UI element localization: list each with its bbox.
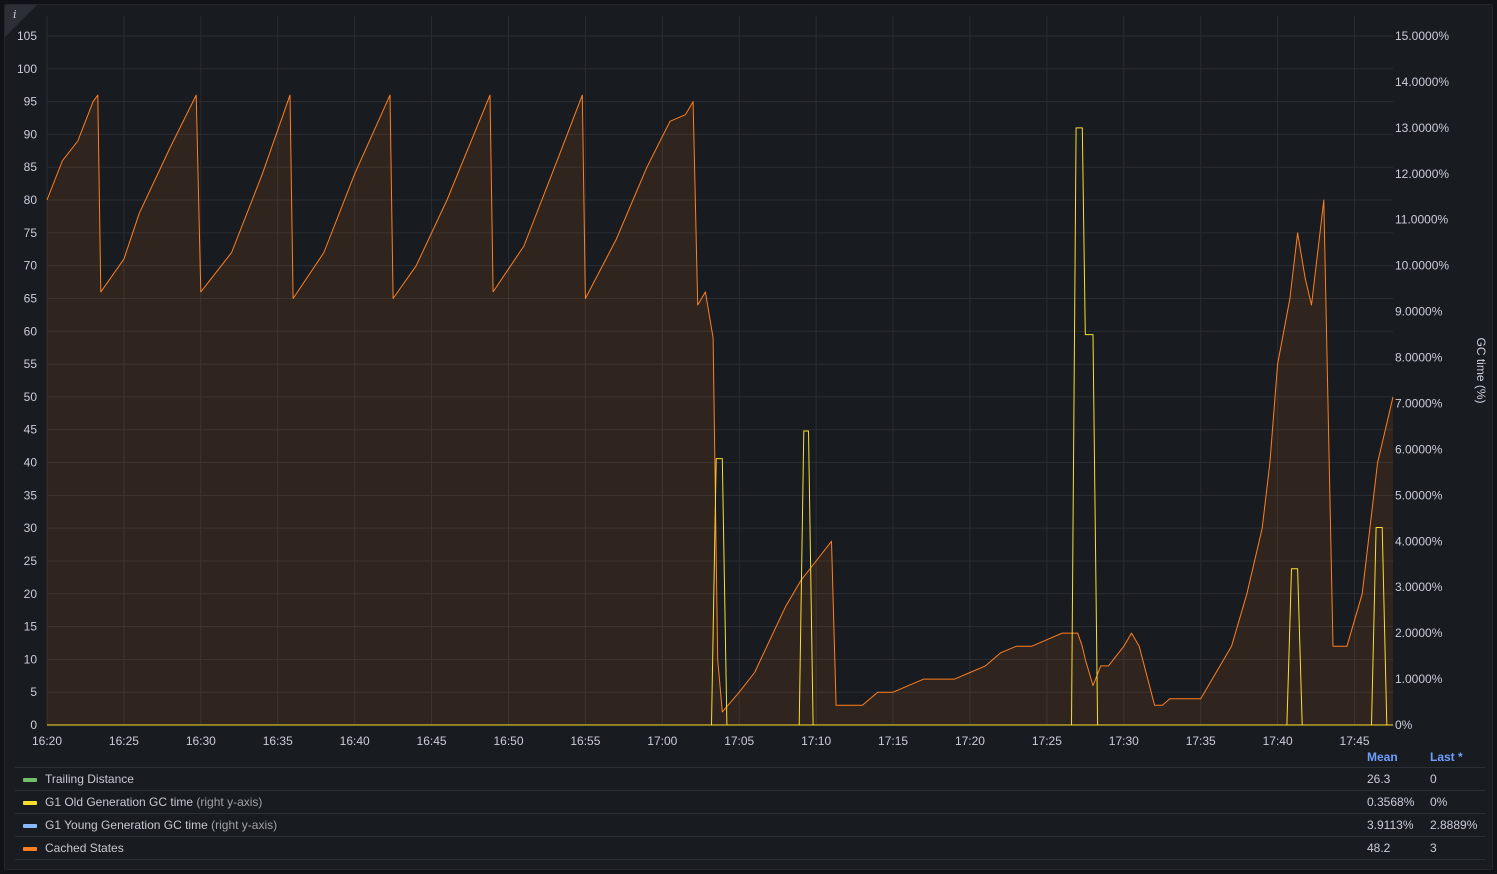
y-tick-label-right: 6.0000%	[1395, 442, 1443, 456]
legend-row[interactable]: G1 Young Generation GC time (right y-axi…	[15, 813, 1485, 836]
y-tick-label-left: 80	[24, 193, 38, 207]
y-tick-label-right: 15.0000%	[1395, 29, 1449, 43]
y-tick-label-right: 5.0000%	[1395, 488, 1443, 502]
y-tick-label-right: 8.0000%	[1395, 351, 1443, 365]
y-tick-label-right: 3.0000%	[1395, 580, 1443, 594]
legend-mean-value: 26.3	[1367, 772, 1391, 786]
y-tick-label-right: 14.0000%	[1395, 75, 1449, 89]
y-tick-label-right: 12.0000%	[1395, 167, 1449, 181]
y-tick-label-left: 55	[24, 357, 38, 371]
legend-series-label: G1 Old Generation GC time	[45, 795, 194, 809]
legend-last-value: 0%	[1430, 795, 1448, 809]
y-tick-label-right: 10.0000%	[1395, 259, 1449, 273]
legend-row[interactable]: Cached States 48.2 3	[15, 836, 1485, 860]
y-tick-label-right: 7.0000%	[1395, 396, 1443, 410]
legend-series-name[interactable]: G1 Old Generation GC time (right y-axis)	[45, 795, 262, 809]
y-tick-label-left: 45	[24, 423, 38, 437]
legend-swatch	[23, 824, 37, 828]
y-tick-label-right: 9.0000%	[1395, 305, 1443, 319]
y-tick-label-left: 100	[17, 62, 37, 76]
legend-last-value: 0	[1430, 772, 1437, 786]
y-tick-label-left: 65	[24, 291, 38, 305]
y-tick-label-left: 5	[30, 685, 37, 699]
y-tick-label-left: 15	[24, 620, 38, 634]
time-series-chart[interactable]: 0 5 10 15 20 25 30 35 40 45 50 55 60 65 70 75 80 85 90 95 10…	[5, 5, 1493, 745]
y-tick-label-left: 75	[24, 226, 38, 240]
y-tick-label-right: 13.0000%	[1395, 121, 1449, 135]
legend-swatch	[23, 801, 37, 805]
legend-row[interactable]: Trailing Distance 26.3 0	[15, 767, 1485, 790]
y-tick-label-left: 35	[24, 488, 38, 502]
legend-series-name[interactable]: Trailing Distance	[45, 772, 134, 786]
legend-series-name[interactable]: G1 Young Generation GC time (right y-axi…	[45, 818, 277, 832]
y-tick-label-left: 30	[24, 521, 38, 535]
y-tick-label-left: 0	[30, 718, 37, 732]
legend-axis-note: (right y-axis)	[193, 795, 263, 809]
legend-swatch	[23, 778, 37, 782]
y-tick-label-left: 50	[24, 390, 38, 404]
legend-axis-note: (right y-axis)	[207, 818, 278, 832]
chart-panel: i 0 5 10 15 20 25 30 35 40 45 50 55 60 65 70 75 80 85 90 95…	[4, 4, 1493, 870]
y-axis-label-right: GC time (%)	[1474, 338, 1488, 404]
y-tick-label-left: 70	[24, 259, 38, 273]
legend-series-label: G1 Young Generation GC time	[45, 818, 208, 832]
legend-series-name[interactable]: Cached States	[45, 841, 124, 855]
legend-header: Mean Last *	[15, 743, 1485, 767]
legend-mean-value: 0.3568%	[1367, 795, 1415, 809]
legend-mean-value: 48.2	[1367, 841, 1391, 855]
series-area-cached-states	[47, 95, 1393, 726]
y-tick-label-left: 95	[24, 95, 38, 109]
y-tick-label-left: 10	[24, 652, 38, 666]
legend-row[interactable]: G1 Old Generation GC time (right y-axis)…	[15, 790, 1485, 813]
legend-mean-value: 3.9113%	[1367, 818, 1414, 832]
y-tick-label-left: 20	[24, 587, 38, 601]
y-tick-label-right: 4.0000%	[1395, 534, 1443, 548]
y-tick-label-left: 90	[24, 127, 38, 141]
legend-last-value: 2.8889%	[1430, 818, 1478, 832]
legend-swatch	[23, 847, 37, 851]
y-tick-label-right: 2.0000%	[1395, 626, 1443, 640]
y-tick-label-right: 0%	[1395, 718, 1413, 732]
legend-last-value: 3	[1430, 841, 1437, 855]
y-tick-label-left: 60	[24, 324, 38, 338]
y-tick-label-right: 1.0000%	[1395, 672, 1443, 686]
legend-table: Mean Last * Trailing Distance 26.3 0 G1 Old…	[15, 743, 1485, 860]
y-tick-label-left: 40	[24, 456, 38, 470]
legend-header-mean[interactable]: Mean	[1367, 750, 1398, 764]
y-tick-label-right: 11.0000%	[1395, 213, 1448, 227]
y-tick-label-left: 105	[17, 29, 37, 43]
legend-series-label: Cached States	[45, 841, 124, 855]
legend-series-label: Trailing Distance	[45, 772, 134, 786]
legend-header-last[interactable]: Last *	[1430, 750, 1463, 764]
y-tick-label-left: 85	[24, 160, 38, 174]
y-tick-label-left: 25	[24, 554, 38, 568]
